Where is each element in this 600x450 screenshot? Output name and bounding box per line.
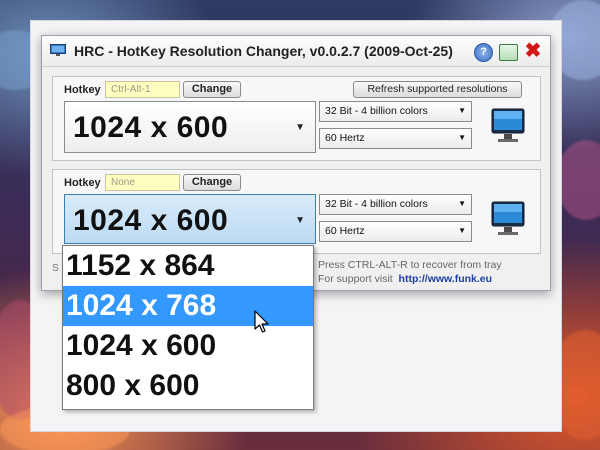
dropdown-option[interactable]: 1152 x 864: [63, 246, 313, 286]
dropdown-option-highlighted[interactable]: 1024 x 768: [63, 286, 313, 326]
resolution-select[interactable]: 1024 x 600 ▼: [64, 101, 316, 153]
resolution-dropdown-list: 1152 x 864 1024 x 768 1024 x 600 800 x 6…: [62, 245, 314, 410]
resolution-value: 1024 x 600: [73, 111, 229, 144]
title-bar[interactable]: HRC - HotKey Resolution Changer, v0.0.2.…: [42, 36, 550, 67]
color-depth-select[interactable]: 32 Bit - 4 billion colors ▼: [319, 101, 472, 122]
close-icon[interactable]: ✖: [524, 41, 542, 61]
chevron-down-icon: ▼: [458, 199, 466, 208]
profile-group-1: Hotkey Ctrl-Alt-1 Change Refresh support…: [52, 76, 541, 161]
hotkey-label: Hotkey: [64, 84, 101, 96]
help-icon[interactable]: ?: [474, 43, 493, 62]
color-depth-value: 32 Bit - 4 billion colors: [325, 198, 428, 210]
refresh-rate-value: 60 Hertz: [325, 225, 365, 237]
refresh-rate-select[interactable]: 60 Hertz ▼: [319, 221, 472, 242]
refresh-resolutions-button[interactable]: Refresh supported resolutions: [353, 81, 522, 98]
resolution-select[interactable]: 1024 x 600 ▼: [64, 194, 316, 244]
color-depth-value: 32 Bit - 4 billion colors: [325, 105, 428, 117]
monitor-icon[interactable]: [490, 107, 526, 145]
hotkey-field[interactable]: None: [105, 174, 180, 191]
resolution-value: 1024 x 600: [73, 204, 229, 237]
chevron-down-icon: ▼: [458, 106, 466, 115]
recover-hint: Press CTRL-ALT-R to recover from tray: [318, 259, 502, 271]
monitor-icon: [50, 44, 66, 56]
dropdown-option[interactable]: 1024 x 600: [63, 326, 313, 366]
hotkey-field[interactable]: Ctrl-Alt-1: [105, 81, 180, 98]
chevron-down-icon: ▼: [295, 122, 305, 133]
tray-icon[interactable]: [499, 44, 518, 61]
chevron-down-icon: ▼: [458, 226, 466, 235]
change-button[interactable]: Change: [183, 174, 241, 191]
change-button[interactable]: Change: [183, 81, 241, 98]
chevron-down-icon: ▼: [295, 215, 305, 226]
window-title: HRC - HotKey Resolution Changer, v0.0.2.…: [74, 43, 453, 59]
monitor-icon[interactable]: [490, 200, 526, 238]
color-depth-select[interactable]: 32 Bit - 4 billion colors ▼: [319, 194, 472, 215]
support-text: For support visit: [318, 273, 393, 285]
support-line: For support visit http://www.funk.eu: [318, 273, 492, 285]
refresh-rate-select[interactable]: 60 Hertz ▼: [319, 128, 472, 149]
refresh-rate-value: 60 Hertz: [325, 132, 365, 144]
dropdown-option[interactable]: 800 x 600: [63, 366, 313, 406]
profile-group-2: Hotkey None Change 1024 x 600 ▼ 32 Bit -…: [52, 169, 541, 254]
chevron-down-icon: ▼: [458, 133, 466, 142]
mouse-cursor-icon: [254, 310, 269, 333]
hotkey-label: Hotkey: [64, 177, 101, 189]
status-text: S: [52, 263, 59, 274]
support-link[interactable]: http://www.funk.eu: [399, 273, 493, 285]
